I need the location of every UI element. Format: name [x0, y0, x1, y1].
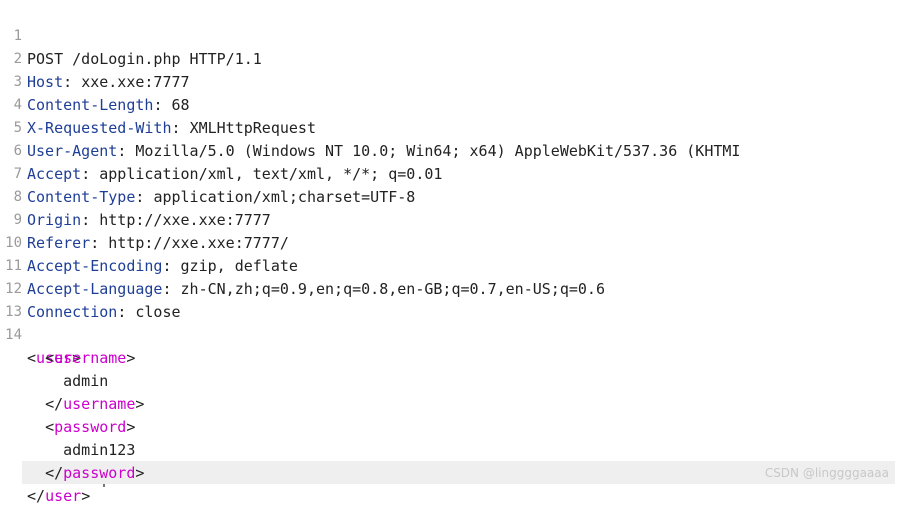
xml-row: 14 <user> [0, 301, 901, 367]
xml-tag-user-close: user [45, 487, 82, 505]
header-row: 5 User-Agent: Mozilla/5.0 (Windows NT 10… [0, 94, 901, 160]
text-cursor [103, 484, 105, 487]
header-row: 11 Accept-Language: zh-CN,zh;q=0.9,en;q=… [0, 232, 901, 298]
header-row: 9 Referer: http://xxe.xxe:7777/ [0, 186, 901, 252]
request-line-row: 1 POST /doLogin.php HTTP/1.1 [0, 2, 901, 68]
header-row: 7 Content-Type: application/xml;charset=… [0, 140, 901, 206]
header-row: 12 Connection: close [0, 255, 901, 321]
header-row: 4 X-Requested-With: XMLHttpRequest [0, 71, 901, 137]
xml-row: </password> [45, 464, 145, 482]
blank-row: 13 [0, 278, 901, 320]
header-row: 6 Accept: application/xml, text/xml, */*… [0, 117, 901, 183]
xml-row: <username> [45, 349, 136, 367]
header-row: 10 Accept-Encoding: gzip, deflate [0, 209, 901, 275]
header-row: 2 Host: xxe.xxe:7777 [0, 25, 901, 91]
header-row: 3 Content-Length: 68 [0, 48, 901, 114]
xml-row: </username> [45, 395, 145, 413]
header-row: 8 Origin: http://xxe.xxe:7777 [0, 163, 901, 229]
watermark: CSDN @linggggaaaa [764, 466, 889, 480]
xml-row: admin123 [0, 416, 901, 459]
xml-row: admin [0, 347, 901, 390]
http-request-editor[interactable]: 1 POST /doLogin.php HTTP/1.1 2 Host: xxe… [0, 0, 901, 505]
xml-row: <password> [45, 418, 136, 436]
